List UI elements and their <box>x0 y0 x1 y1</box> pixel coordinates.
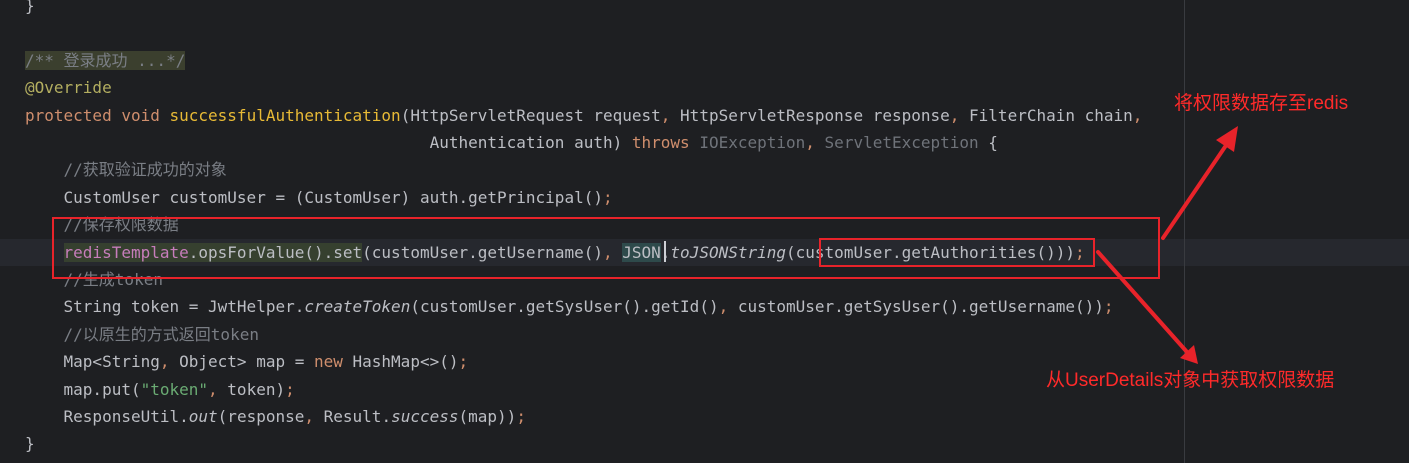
code-token: throws <box>631 133 700 152</box>
code-token: ; <box>1103 297 1114 317</box>
code-line[interactable]: } <box>0 430 1409 457</box>
code-token: , <box>718 297 738 317</box>
code-token: String token = JwtHelper. <box>25 297 305 317</box>
code-token: //以原生的方式返回token <box>63 324 259 344</box>
code-token: IOException <box>699 133 806 152</box>
code-line[interactable]: CustomUser customUser = (CustomUser) aut… <box>0 184 1409 211</box>
code-token: createToken <box>304 297 411 317</box>
code-line[interactable]: //以原生的方式返回token <box>0 321 1409 348</box>
code-line[interactable]: //获取验证成功的对象 <box>0 156 1409 183</box>
code-token: , <box>805 133 825 152</box>
code-line[interactable] <box>0 19 1409 46</box>
code-token: ServletException <box>824 133 979 152</box>
code-token: ResponseUtil. <box>25 407 189 426</box>
annotation-note-bottom: 从UserDetails对象中获取权限数据 <box>1046 370 1335 391</box>
code-token: void <box>121 105 170 125</box>
code-token: (HttpServletRequest request <box>400 105 661 125</box>
annotation-box-get-authorities <box>819 238 1095 267</box>
code-token: , <box>208 379 228 399</box>
code-token: HttpServletResponse response <box>680 105 950 125</box>
code-token: success <box>391 407 459 426</box>
code-token: CustomUser customUser = (CustomUser) aut… <box>25 187 603 207</box>
code-token: FilterChain chain <box>969 105 1133 125</box>
code-token: successfulAuthentication <box>169 105 401 125</box>
code-token: , <box>304 407 324 426</box>
code-token: HashMap<>() <box>352 352 459 372</box>
code-token: } <box>25 434 35 454</box>
code-line[interactable]: } <box>0 0 1409 19</box>
code-token: /** 登录成功 ...*/ <box>25 50 186 70</box>
annotation-note-top: 将权限数据存至redis <box>1174 93 1349 114</box>
code-line[interactable]: ResponseUtil.out(response, Result.succes… <box>0 403 1409 430</box>
code-token: , <box>949 105 970 125</box>
code-token: , <box>660 105 681 125</box>
code-token: new <box>313 352 353 372</box>
code-token: (customUser.getSysUser().getId() <box>410 297 719 317</box>
code-token: customUser.getSysUser().getUsername()) <box>737 297 1104 317</box>
code-token: Result. <box>323 407 392 426</box>
code-token: ; <box>602 187 613 207</box>
code-token: , <box>159 352 180 372</box>
code-token: , <box>1132 105 1143 125</box>
code-token: ; <box>516 407 526 426</box>
code-token: Authentication auth) <box>25 133 632 152</box>
code-token: } <box>25 0 35 15</box>
code-token: ; <box>285 379 295 399</box>
code-line[interactable]: String token = JwtHelper.createToken(cus… <box>0 293 1409 320</box>
code-token: { <box>978 133 998 152</box>
code-token: map.put( <box>25 379 141 399</box>
code-token: ; <box>458 352 469 372</box>
code-line[interactable]: /** 登录成功 ...*/ <box>0 47 1409 74</box>
code-token: out <box>188 407 218 426</box>
code-token: //获取验证成功的对象 <box>63 160 227 180</box>
code-token: (map)) <box>458 407 517 426</box>
code-token: protected <box>25 105 122 125</box>
code-token: Map<String <box>25 352 160 372</box>
code-token: token) <box>227 379 286 399</box>
code-token: @Override <box>25 78 112 98</box>
code-line[interactable]: Authentication auth) throws IOException,… <box>0 129 1409 156</box>
code-token: "token" <box>140 379 209 399</box>
code-token: Object> map = <box>179 352 314 372</box>
code-token: (response <box>217 407 305 426</box>
right-margin-guide <box>1184 0 1185 463</box>
